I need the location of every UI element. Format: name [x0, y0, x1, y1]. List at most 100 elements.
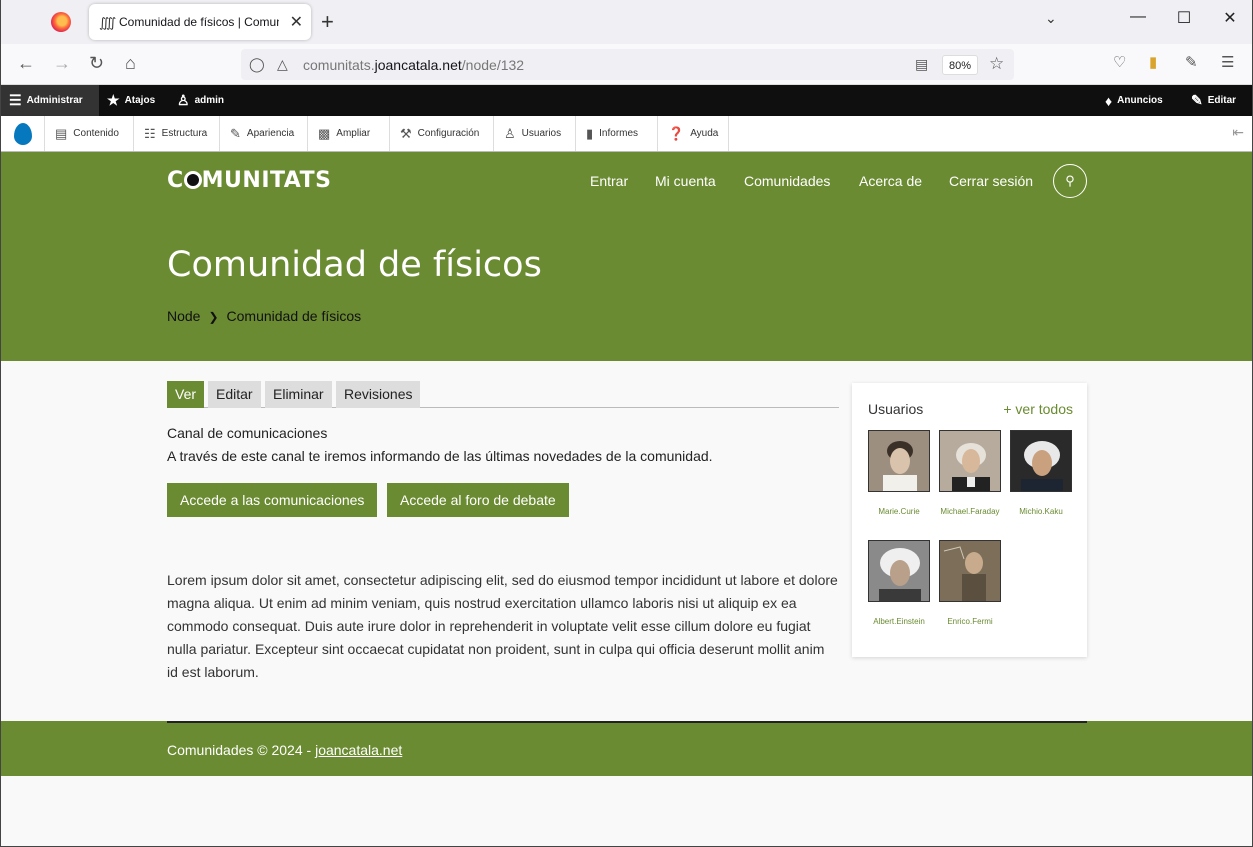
menu-logout[interactable]: Cerrar sesión — [949, 173, 1033, 189]
close-window-button[interactable]: ✕ — [1215, 8, 1245, 28]
user-card[interactable]: Marie.Curie — [867, 430, 931, 516]
tab-view[interactable]: Ver — [167, 381, 205, 408]
browser-tab[interactable]: ⨌ Comunidad de físicos | Comuni ✕ — [89, 4, 311, 40]
user-name[interactable]: Marie.Curie — [867, 507, 931, 516]
site-header: C MUNITATS Entrar Mi cuenta Comunidades A… — [1, 152, 1252, 361]
lock-icon[interactable]: △ — [277, 56, 288, 73]
admin-shortcuts-label: Atajos — [124, 95, 156, 106]
tray-item-help[interactable]: ❓ Ayuda — [658, 116, 729, 151]
communications-button[interactable]: Accede a las comunicaciones — [167, 483, 378, 517]
logo-text-end: MUNITATS — [201, 168, 332, 193]
tray-item-structure[interactable]: ☷ Estructura — [134, 116, 220, 151]
extensions-puzzle-icon[interactable]: ✎ — [1185, 53, 1198, 71]
tray-item-extend[interactable]: ▩ Ampliar — [308, 116, 390, 151]
tray-item-content[interactable]: ▤ Contenido — [45, 116, 134, 151]
pocket-icon[interactable]: ♡ — [1113, 53, 1126, 71]
view-all-link[interactable]: + ver todos — [1003, 401, 1073, 417]
admin-announcements-button[interactable]: ♦ Anuncios — [1105, 85, 1163, 116]
chevron-right-icon: ❯ — [208, 310, 219, 324]
footer-divider — [167, 721, 1087, 723]
user-card[interactable]: Albert.Einstein — [867, 540, 931, 626]
hamburger-icon: ☰ — [9, 92, 22, 108]
user-avatar[interactable] — [939, 540, 1001, 602]
user-card[interactable]: Michio.Kaku — [1009, 430, 1073, 516]
tray-item-reports[interactable]: ▮ Informes — [576, 116, 658, 151]
drupal-logo-icon[interactable] — [1, 116, 45, 151]
menu-my-account[interactable]: Mi cuenta — [655, 173, 716, 189]
zoom-level[interactable]: 80% — [942, 55, 978, 75]
menu-communities[interactable]: Comunidades — [744, 173, 830, 189]
admin-announcements-label: Anuncios — [1117, 95, 1163, 106]
url-text[interactable]: comunitats.joancatala.net/node/132 — [303, 57, 524, 73]
user-name[interactable]: Michio.Kaku — [1009, 507, 1073, 516]
menu-login[interactable]: Entrar — [590, 173, 628, 189]
footer-text: Comunidades © 2024 - joancatala.net — [167, 742, 402, 758]
reload-icon[interactable]: ↻ — [89, 53, 104, 74]
user-card[interactable]: Enrico.Fermi — [938, 540, 1002, 626]
search-button[interactable]: ⚲ — [1053, 164, 1087, 198]
local-tabs: Ver Editar Eliminar Revisiones — [167, 381, 839, 408]
tray-item-label: Apariencia — [246, 128, 295, 139]
footer-link[interactable]: joancatala.net — [315, 742, 402, 758]
admin-edit-button[interactable]: ✎ Editar — [1191, 85, 1236, 116]
pencil-icon: ✎ — [1191, 92, 1203, 108]
tray-item-appearance[interactable]: ✎ Apariencia — [220, 116, 308, 151]
user-avatar[interactable] — [939, 430, 1001, 492]
shield-icon[interactable]: ◯ — [249, 56, 265, 73]
admin-user-button[interactable]: ♙ admin — [177, 85, 224, 116]
sitemap-icon: ☷ — [144, 125, 156, 141]
breadcrumb: Node ❯ Comunidad de físicos — [167, 308, 361, 324]
menu-about[interactable]: Acerca de — [859, 173, 922, 189]
tray-item-label: Configuración — [417, 128, 480, 139]
url-bar[interactable]: ◯ △ comunitats.joancatala.net/node/132 ▤… — [241, 49, 1014, 80]
browser-navbar: ← → ↻ ⌂ ◯ △ comunitats.joancatala.net/no… — [1, 44, 1252, 85]
maximize-button[interactable]: ☐ — [1169, 8, 1199, 28]
user-avatar[interactable] — [868, 430, 930, 492]
wrench-icon: ⚒ — [400, 125, 412, 141]
reader-view-icon[interactable]: ▤ — [915, 56, 928, 73]
user-name[interactable]: Albert.Einstein — [867, 617, 931, 626]
paintbrush-icon: ✎ — [230, 125, 241, 141]
user-name[interactable]: Michael.Faraday — [938, 507, 1002, 516]
site-favicon-icon: ⨌ — [99, 15, 117, 30]
user-avatar[interactable] — [868, 540, 930, 602]
close-tab-icon[interactable]: ✕ — [290, 12, 303, 32]
new-tab-button[interactable]: + — [321, 9, 334, 35]
tray-item-configuration[interactable]: ⚒ Configuración — [390, 116, 494, 151]
menu-hamburger-icon[interactable]: ☰ — [1221, 53, 1234, 71]
home-icon[interactable]: ⌂ — [125, 53, 136, 74]
users-block: Usuarios + ver todos Marie.Curie Michael… — [852, 383, 1087, 657]
collapse-tray-icon[interactable]: ⇤ — [1232, 124, 1244, 141]
admin-manage-button[interactable]: ☰ Administrar — [1, 85, 99, 116]
back-icon[interactable]: ← — [17, 53, 35, 74]
tab-delete[interactable]: Eliminar — [265, 381, 332, 408]
breadcrumb-current: Comunidad de físicos — [226, 308, 362, 324]
footer-copyright: Comunidades © 2024 - — [167, 742, 316, 758]
firefox-icon[interactable] — [51, 12, 71, 32]
browser-tabstrip: ⨌ Comunidad de físicos | Comuni ✕ + ⌄ — … — [1, 0, 1252, 44]
tab-list-chevron-icon[interactable]: ⌄ — [1045, 10, 1057, 27]
drupal-admin-bar: ☰ Administrar ★ Atajos ♙ admin ♦ Anuncio… — [1, 85, 1252, 116]
tab-revisions[interactable]: Revisiones — [336, 381, 421, 408]
search-icon: ⚲ — [1065, 173, 1075, 188]
tray-item-users[interactable]: ♙ Usuarios — [494, 116, 576, 151]
breadcrumb-link[interactable]: Node — [167, 308, 200, 324]
bookmark-star-icon[interactable]: ☆ — [989, 54, 1004, 74]
user-card[interactable]: Michael.Faraday — [938, 430, 1002, 516]
tray-item-label: Usuarios — [521, 128, 562, 139]
star-icon: ★ — [107, 92, 120, 108]
forum-button[interactable]: Accede al foro de debate — [387, 483, 569, 517]
section-heading: Canal de comunicaciones — [167, 425, 328, 441]
user-avatar[interactable] — [1010, 430, 1072, 492]
site-logo[interactable]: C MUNITATS — [167, 168, 331, 193]
admin-shortcuts-button[interactable]: ★ Atajos — [107, 85, 155, 116]
site-footer: Comunidades © 2024 - joancatala.net — [1, 721, 1252, 776]
tab-edit[interactable]: Editar — [208, 381, 261, 408]
user-icon: ♙ — [177, 92, 190, 108]
user-name[interactable]: Enrico.Fermi — [938, 617, 1002, 626]
admin-edit-label: Editar — [1207, 95, 1237, 106]
admin-manage-label: Administrar — [26, 95, 83, 106]
forward-icon[interactable]: → — [53, 53, 71, 74]
extension-icon[interactable]: ▮ — [1149, 53, 1157, 71]
minimize-button[interactable]: — — [1123, 8, 1153, 26]
